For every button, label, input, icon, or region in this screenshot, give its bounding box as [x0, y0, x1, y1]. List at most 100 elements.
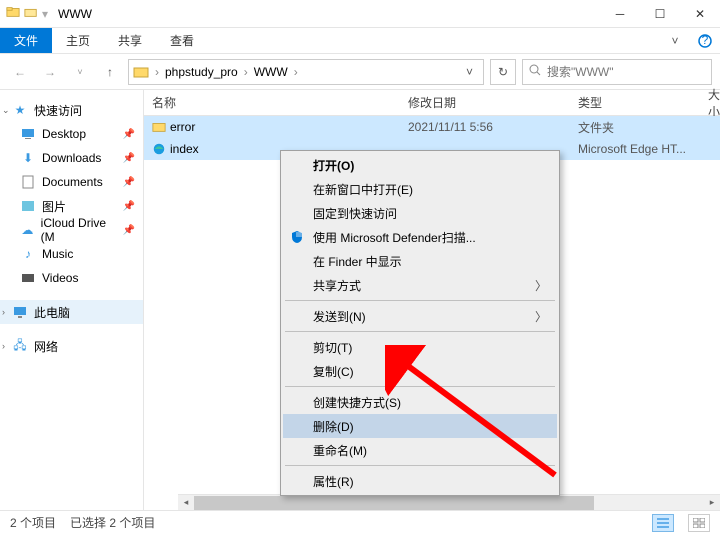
chevron-down-icon[interactable]: ⌄ [2, 105, 10, 116]
video-icon [20, 270, 36, 286]
nav-quick-access[interactable]: ⌄ ★ 快速访问 [0, 98, 143, 122]
scroll-left-button[interactable]: ◂ [178, 495, 194, 511]
file-row-error[interactable]: error 2021/11/11 5:56 文件夹 [144, 116, 720, 138]
minimize-button[interactable]: ─ [600, 0, 640, 28]
nav-back-button[interactable]: ← [8, 60, 32, 84]
cm-delete[interactable]: 删除(D) [283, 414, 557, 438]
refresh-button[interactable]: ↻ [490, 59, 516, 85]
title-bar: ▾ WWW ─ ☐ ✕ [0, 0, 720, 28]
quick-access-toolbar: ▾ [0, 5, 54, 22]
nav-label: 此电脑 [34, 304, 70, 321]
nav-this-pc[interactable]: › 此电脑 [0, 300, 143, 324]
folder-icon [152, 120, 170, 134]
cm-pin-quick[interactable]: 固定到快速访问 [283, 201, 557, 225]
nav-downloads[interactable]: ⬇ Downloads 📌 [0, 146, 143, 170]
chevron-right-icon: 〉 [535, 277, 547, 294]
menu-separator [285, 300, 555, 301]
qat-divider: ▾ [42, 7, 48, 21]
search-placeholder: 搜索"WWW" [547, 63, 614, 80]
cm-share[interactable]: 共享方式〉 [283, 273, 557, 297]
nav-label: iCloud Drive (M [41, 216, 117, 244]
scroll-thumb[interactable] [194, 496, 594, 510]
address-bar: ← → ˅ ↑ › phpstudy_pro › WWW › ˅ ↻ 搜索"WW… [0, 54, 720, 90]
nav-music[interactable]: ♪ Music [0, 242, 143, 266]
view-icons-button[interactable] [688, 514, 710, 532]
cloud-icon: ☁ [20, 222, 35, 238]
cm-shortcut[interactable]: 创建快捷方式(S) [283, 390, 557, 414]
nav-pictures[interactable]: 图片 📌 [0, 194, 143, 218]
chevron-right-icon[interactable]: › [2, 307, 5, 317]
menu-separator [285, 331, 555, 332]
ribbon-tab-share[interactable]: 共享 [104, 28, 156, 53]
desktop-icon [20, 126, 36, 142]
nav-label: 快速访问 [34, 102, 82, 119]
horizontal-scrollbar[interactable]: ◂ ▸ [178, 494, 720, 510]
status-item-count: 2 个项目 [10, 514, 56, 531]
close-button[interactable]: ✕ [680, 0, 720, 28]
pc-icon [12, 304, 28, 320]
cm-defender[interactable]: 使用 Microsoft Defender扫描... [283, 225, 557, 249]
search-input[interactable]: 搜索"WWW" [522, 59, 712, 85]
chevron-right-icon: 〉 [535, 308, 547, 325]
nav-up-button[interactable]: ↑ [98, 60, 122, 84]
menu-separator [285, 465, 555, 466]
shield-icon [289, 230, 305, 244]
cm-open[interactable]: 打开(O) [283, 153, 557, 177]
cm-copy[interactable]: 复制(C) [283, 359, 557, 383]
breadcrumb-seg-2[interactable]: WWW [252, 65, 290, 79]
cm-finder[interactable]: 在 Finder 中显示 [283, 249, 557, 273]
ribbon-expand-button[interactable]: ˅ [660, 28, 690, 53]
pin-icon: 📌 [123, 201, 135, 212]
view-details-button[interactable] [652, 514, 674, 532]
nav-label: 网络 [34, 338, 58, 355]
column-header-name[interactable]: 名称 [152, 94, 408, 111]
ribbon-help-button[interactable]: ? [690, 28, 720, 53]
file-date: 2021/11/11 5:56 [408, 120, 578, 134]
ribbon-tab-file[interactable]: 文件 [0, 28, 52, 53]
column-header-size[interactable]: 大小 [708, 86, 720, 120]
cm-sendto[interactable]: 发送到(N)〉 [283, 304, 557, 328]
column-header-date[interactable]: 修改日期 [408, 94, 578, 111]
chevron-right-icon[interactable]: › [292, 65, 300, 79]
cm-open-new[interactable]: 在新窗口中打开(E) [283, 177, 557, 201]
svg-text:?: ? [702, 34, 709, 47]
chevron-right-icon[interactable]: › [153, 65, 161, 79]
scroll-right-button[interactable]: ▸ [704, 495, 720, 511]
nav-network[interactable]: › 🖧 网络 [0, 334, 143, 358]
status-selection: 已选择 2 个项目 [70, 514, 155, 531]
document-icon [20, 174, 36, 190]
cm-properties[interactable]: 属性(R) [283, 469, 557, 493]
breadcrumb-seg-1[interactable]: phpstudy_pro [163, 65, 240, 79]
context-menu: 打开(O) 在新窗口中打开(E) 固定到快速访问 使用 Microsoft De… [280, 150, 560, 496]
chevron-right-icon[interactable]: › [242, 65, 250, 79]
pin-icon: 📌 [123, 177, 135, 188]
maximize-button[interactable]: ☐ [640, 0, 680, 28]
pin-icon: 📌 [123, 129, 135, 140]
pin-icon: 📌 [123, 225, 135, 236]
column-headers: 名称 修改日期 类型 大小 [144, 90, 720, 116]
cm-cut[interactable]: 剪切(T) [283, 335, 557, 359]
column-header-type[interactable]: 类型 [578, 94, 708, 111]
menu-separator [285, 386, 555, 387]
ribbon-tab-home[interactable]: 主页 [52, 28, 104, 53]
nav-icloud[interactable]: ☁ iCloud Drive (M 📌 [0, 218, 143, 242]
ribbon-tab-view[interactable]: 查看 [156, 28, 208, 53]
chevron-right-icon[interactable]: › [2, 341, 5, 351]
search-icon [529, 64, 541, 79]
nav-recent-button[interactable]: ˅ [68, 60, 92, 84]
ribbon-bar: 文件 主页 共享 查看 ˅ ? [0, 28, 720, 54]
folder-icon [6, 5, 20, 22]
nav-documents[interactable]: Documents 📌 [0, 170, 143, 194]
window-title: WWW [54, 7, 600, 21]
breadcrumb[interactable]: › phpstudy_pro › WWW › ˅ [128, 59, 484, 85]
nav-desktop[interactable]: Desktop 📌 [0, 122, 143, 146]
nav-forward-button[interactable]: → [38, 60, 62, 84]
nav-videos[interactable]: Videos [0, 266, 143, 290]
folder-icon [133, 64, 149, 80]
cm-rename[interactable]: 重命名(M) [283, 438, 557, 462]
picture-icon [20, 198, 36, 214]
breadcrumb-dropdown[interactable]: ˅ [460, 65, 479, 79]
status-bar: 2 个项目 已选择 2 个项目 [0, 510, 720, 534]
music-icon: ♪ [20, 246, 36, 262]
network-icon: 🖧 [12, 338, 28, 354]
